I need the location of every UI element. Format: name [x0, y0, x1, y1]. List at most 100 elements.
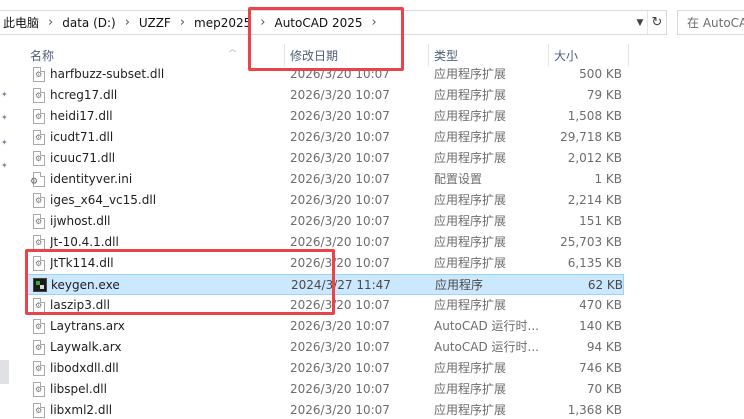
file-name: heidi17.dll [50, 109, 113, 123]
file-name: libspel.dll [50, 382, 107, 396]
file-row[interactable]: libspel.dll 2026/3/20 10:07 应用程序扩展 70 KB [26, 379, 624, 400]
file-type: 应用程序扩展 [434, 130, 507, 144]
file-type: 配置设置 [434, 172, 483, 186]
file-size: 151 KB [579, 214, 622, 228]
dll-file-icon [33, 130, 45, 145]
file-row[interactable]: icuuc71.dll 2026/3/20 10:07 应用程序扩展 2,012 KB [26, 148, 624, 169]
file-date: 2026/3/20 10:07 [290, 130, 390, 144]
file-type: 应用程序扩展 [434, 88, 507, 102]
file-name: libodxdll.dll [50, 361, 119, 375]
navigation-selected-item[interactable] [0, 360, 9, 384]
column-header-size[interactable]: 大小 [548, 44, 628, 66]
annotation-box-address [248, 7, 404, 71]
breadcrumb-drive[interactable]: data (D:) [59, 16, 119, 30]
file-name: hcreg17.dll [50, 88, 118, 102]
file-size: 29,718 KB [560, 130, 622, 144]
file-type: 应用程序扩展 [434, 67, 507, 81]
file-size: 94 KB [586, 340, 622, 354]
file-row[interactable]: libodxdll.dll 2026/3/20 10:07 应用程序扩展 746 KB [26, 358, 624, 379]
file-size: 25,703 KB [560, 235, 622, 249]
search-input[interactable]: 在 AutoCAD 2025 中搜索 [677, 10, 744, 35]
file-name: Laywalk.arx [50, 340, 122, 354]
pin-icon[interactable]: ✦ [1, 138, 10, 147]
file-row[interactable]: Laywalk.arx 2026/3/20 10:07 AutoCAD 运行时...… [26, 337, 624, 358]
refresh-icon[interactable]: ↻ [647, 11, 666, 34]
file-size: 62 KB [587, 278, 623, 292]
file-name: harfbuzz-subset.dll [50, 67, 165, 81]
file-size: 70 KB [586, 382, 622, 396]
file-type: 应用程序扩展 [434, 193, 507, 207]
file-size: 470 KB [579, 298, 622, 312]
config-file-icon [30, 172, 45, 187]
file-row[interactable]: iges_x64_vc15.dll 2026/3/20 10:07 应用程序扩展 2,… [26, 190, 624, 211]
file-name: iges_x64_vc15.dll [50, 193, 157, 207]
dll-file-icon [33, 214, 45, 229]
dll-file-icon [33, 193, 45, 208]
file-date: 2026/3/20 10:07 [290, 361, 390, 375]
annotation-box-keygen [25, 249, 335, 315]
column-header-name[interactable]: 名称 [24, 44, 284, 66]
pin-icon[interactable]: ✦ [1, 90, 10, 99]
file-size: 2,214 KB [567, 193, 622, 207]
chevron-right-icon[interactable]: › [119, 15, 136, 30]
file-row[interactable]: icudt71.dll 2026/3/20 10:07 应用程序扩展 29,718 K… [26, 127, 624, 148]
chevron-right-icon[interactable]: › [174, 15, 191, 30]
file-size: 1 KB [594, 172, 622, 186]
dll-file-icon [33, 67, 45, 82]
pin-icon[interactable]: ✦ [1, 113, 10, 122]
dll-file-icon [33, 340, 45, 355]
file-date: 2026/3/20 10:07 [290, 214, 390, 228]
file-type: 应用程序扩展 [434, 214, 507, 228]
file-size: 1,368 KB [567, 403, 622, 417]
dll-file-icon [33, 361, 45, 376]
file-size: 79 KB [586, 88, 622, 102]
file-row[interactable]: libxml2.dll 2026/3/20 10:07 应用程序扩展 1,368 KB [26, 400, 624, 419]
breadcrumb-this-pc[interactable]: 此电脑 [0, 14, 42, 31]
file-date: 2026/3/20 10:07 [290, 109, 390, 123]
file-size: 746 KB [579, 361, 622, 375]
breadcrumb-uzzf[interactable]: UZZF [136, 16, 174, 30]
dll-file-icon [33, 109, 45, 124]
chevron-right-icon[interactable]: › [42, 15, 59, 30]
file-type: 应用程序扩展 [434, 235, 507, 249]
file-row[interactable]: ijwhost.dll 2026/3/20 10:07 应用程序扩展 151 KB [26, 211, 624, 232]
file-name: icuuc71.dll [50, 151, 116, 165]
file-row[interactable]: hcreg17.dll 2026/3/20 10:07 应用程序扩展 79 KB [26, 85, 624, 106]
file-type: 应用程序扩展 [434, 151, 507, 165]
breadcrumb-mep2025[interactable]: mep2025 [191, 16, 254, 30]
file-type: 应用程序扩展 [434, 256, 507, 270]
file-name: Laytrans.arx [50, 319, 125, 333]
file-name: ijwhost.dll [50, 214, 111, 228]
file-row[interactable]: identityver.ini 2026/3/20 10:07 配置设置 1 KB [26, 169, 624, 190]
file-type: 应用程序扩展 [434, 403, 507, 417]
pin-icon[interactable]: ✦ [1, 161, 10, 170]
file-type: 应用程序扩展 [434, 382, 507, 396]
file-type: 应用程序 [435, 278, 484, 292]
file-size: 1,508 KB [567, 109, 622, 123]
navigation-pane-edge: ✦ ✦ ✦ ✦ [0, 44, 12, 419]
address-dropdown-icon[interactable]: ▼ [633, 11, 647, 34]
dll-file-icon [33, 403, 45, 418]
column-header-type[interactable]: 类型 [428, 44, 548, 66]
file-name: icudt71.dll [50, 130, 114, 144]
file-date: 2026/3/20 10:07 [290, 382, 390, 396]
file-size: 6,135 KB [567, 256, 622, 270]
file-date: 2026/3/20 10:07 [290, 193, 390, 207]
file-size: 2,012 KB [567, 151, 622, 165]
file-date: 2026/3/20 10:07 [290, 151, 390, 165]
file-type: 应用程序扩展 [434, 298, 507, 312]
file-type: AutoCAD 运行时... [434, 319, 539, 333]
dll-file-icon [33, 382, 45, 397]
file-size: 500 KB [579, 67, 622, 81]
file-date: 2026/3/20 10:07 [290, 172, 390, 186]
file-date: 2026/3/20 10:07 [290, 319, 390, 333]
file-row[interactable]: heidi17.dll 2026/3/20 10:07 应用程序扩展 1,508 KB [26, 106, 624, 127]
file-date: 2026/3/20 10:07 [290, 340, 390, 354]
column-divider[interactable] [628, 44, 629, 66]
file-row[interactable]: Laytrans.arx 2026/3/20 10:07 AutoCAD 运行时..… [26, 316, 624, 337]
file-date: 2026/3/20 10:07 [290, 88, 390, 102]
file-type: AutoCAD 运行时... [434, 340, 539, 354]
file-name: identityver.ini [50, 172, 133, 186]
file-size: 140 KB [579, 319, 622, 333]
file-type: 应用程序扩展 [434, 361, 507, 375]
